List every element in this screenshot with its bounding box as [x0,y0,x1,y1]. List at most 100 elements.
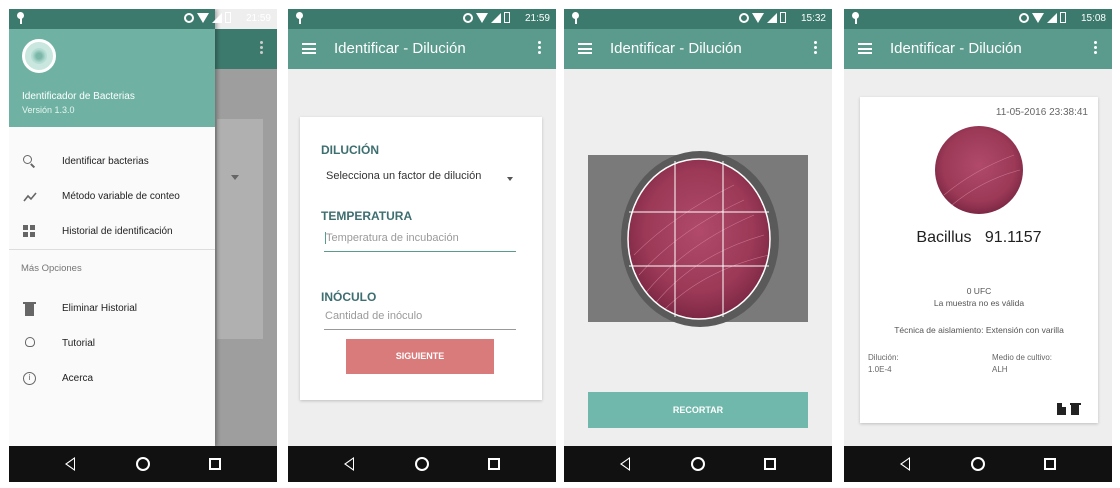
dilution-select[interactable]: Selecciona un factor de dilución [326,170,481,182]
app-bar: Identificar - Dilución [564,29,832,69]
home-icon[interactable] [136,457,150,471]
sync-icon [184,12,194,23]
crop-button[interactable]: RECORTAR [588,392,808,428]
dilution-label: DILUCIÓN [321,143,379,157]
battery-icon [504,12,510,23]
trash-icon [23,302,37,316]
status-time: 15:08 [1080,13,1106,24]
background-overflow-icon [260,41,263,55]
temperature-input[interactable]: Temperatura de incubación [324,232,516,252]
inoculum-label: INÓCULO [321,290,377,304]
home-icon[interactable] [691,457,705,471]
document-icon[interactable] [1057,403,1066,415]
wifi-icon [476,12,488,23]
bacteria-name: Bacillus [916,229,972,246]
drawer-divider [9,249,215,250]
overflow-menu-icon[interactable] [814,41,818,57]
phone-screen-crop: 15:32 Identificar - Dilución RECORTAR [564,9,832,482]
overflow-menu-icon[interactable] [538,41,542,57]
signal-icon [212,12,222,23]
recents-icon[interactable] [488,458,500,470]
inoculum-placeholder: Cantidad de inóculo [325,310,423,322]
result-identification: Bacillus 91.1157 [860,229,1098,247]
back-icon[interactable] [620,457,630,471]
signal-icon [1047,12,1057,23]
menu-item-about[interactable]: i Acerca [9,364,215,394]
menu-item-count-method[interactable]: Método variable de conteo [9,182,215,212]
sync-icon [463,12,473,23]
status-bar: 21:59 [288,9,556,29]
lightbulb-icon [23,337,37,351]
app-version: Versión 1.3.0 [22,105,75,115]
ufc-count: 0 UFC [966,286,992,296]
menu-item-label: Eliminar Historial [62,303,138,314]
menu-item-label: Método variable de conteo [62,191,180,202]
back-icon[interactable] [344,457,354,471]
system-nav-bar [288,446,556,482]
menu-icon[interactable] [302,43,316,54]
background-dropdown-icon [231,175,239,180]
phone-screen-form: 21:59 Identificar - Dilución DILUCIÓN Se… [288,9,556,482]
app-bar: Identificar - Dilución [844,29,1112,69]
inoculum-input[interactable]: Cantidad de inóculo [324,310,516,330]
location-pin-icon [852,12,860,24]
menu-item-label: Identificar bacterias [62,156,149,167]
crop-selector[interactable] [624,155,774,323]
recents-icon[interactable] [764,458,776,470]
validity-message: La muestra no es válida [933,298,1025,308]
status-icons [739,12,786,23]
dropdown-arrow-icon[interactable] [507,177,513,181]
phone-screen-result: 15:08 Identificar - Dilución 11-05-2016 … [844,9,1112,482]
menu-item-label: Historial de identificación [62,226,173,237]
battery-icon [1060,12,1066,23]
status-bar: 15:32 [564,9,832,29]
agar-plate-image [628,159,770,319]
wifi-icon [197,12,209,23]
back-icon[interactable] [65,457,75,471]
menu-item-history[interactable]: Historial de identificación [9,217,215,247]
medium-value: ALH [992,365,1008,374]
recents-icon[interactable] [1044,458,1056,470]
sample-thumbnail [935,126,1023,214]
next-button[interactable]: SIGUIENTE [346,339,494,374]
status-icons [184,12,231,23]
menu-icon[interactable] [858,43,872,54]
signal-icon [767,12,777,23]
sync-icon [1019,12,1029,23]
page-title: Identificar - Dilución [334,40,466,57]
status-bar-right: 21:59 [9,9,277,29]
status-icons [1019,12,1066,23]
overflow-menu-icon[interactable] [1094,41,1098,57]
dilution-caption: Dilución: [868,353,899,362]
home-icon[interactable] [415,457,429,471]
status-time: 21:59 [245,13,271,24]
system-nav-bar [564,446,832,482]
system-nav-bar [9,446,277,482]
menu-item-identify[interactable]: Identificar bacterias [9,147,215,177]
status-time: 21:59 [524,13,550,24]
status-icons [463,12,510,23]
menu-item-tutorial[interactable]: Tutorial [9,329,215,359]
navigation-drawer: Identificador de Bacterias Versión 1.3.0… [9,9,215,446]
result-card: 11-05-2016 23:38:41 Bacillus 91.1157 0 U… [860,97,1098,423]
back-icon[interactable] [900,457,910,471]
battery-icon [225,12,231,23]
search-icon [23,155,37,169]
dashboard-icon [23,225,37,239]
battery-icon [780,12,786,23]
info-icon: i [23,372,37,386]
recents-icon[interactable] [209,458,221,470]
menu-item-delete-history[interactable]: Eliminar Historial [9,294,215,324]
isolation-technique: Técnica de aislamiento: Extensión con va… [894,325,1064,335]
medium-caption: Medio de cultivo: [992,353,1053,362]
background-card [217,119,263,339]
wifi-icon [1032,12,1044,23]
location-pin-icon [296,12,304,24]
home-icon[interactable] [971,457,985,471]
trend-line-icon [23,190,37,204]
temperature-placeholder: Temperatura de incubación [326,232,459,244]
menu-icon[interactable] [578,43,592,54]
trash-icon[interactable] [1069,403,1081,415]
match-score: 91.1157 [984,229,1042,246]
signal-icon [491,12,501,23]
